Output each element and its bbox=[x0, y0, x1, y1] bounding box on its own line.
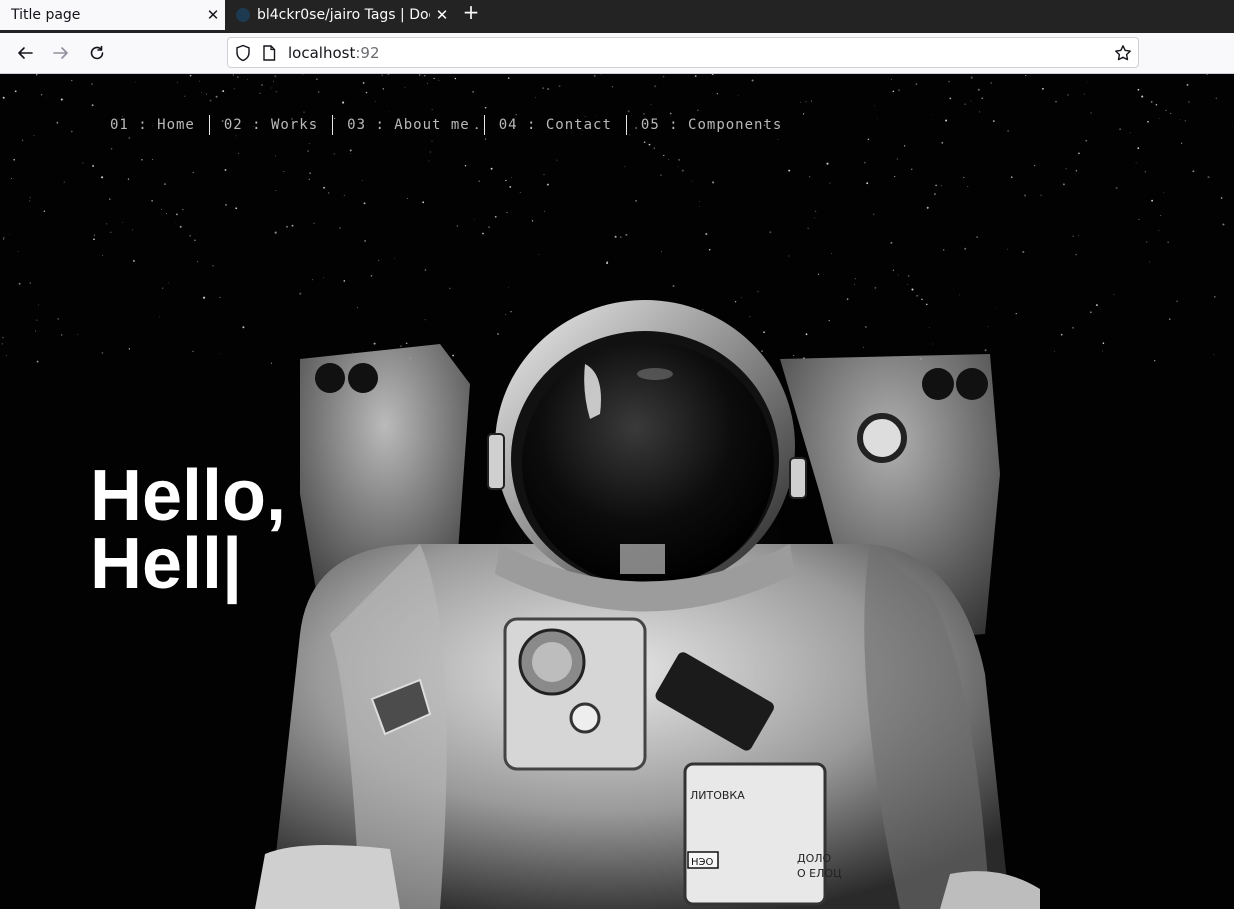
hero-heading: Hello, Hell| bbox=[90, 456, 287, 600]
close-icon[interactable]: ✕ bbox=[430, 6, 454, 24]
url-text[interactable]: localhost:92 bbox=[288, 44, 379, 62]
page-icon bbox=[263, 45, 276, 61]
astronaut-tag-1: НЭО bbox=[691, 857, 714, 868]
nav-item-contact[interactable]: 04 : Contact bbox=[499, 117, 612, 133]
nav-divider bbox=[208, 115, 210, 135]
astronaut-tag-3: О ЕЛОЦ bbox=[797, 867, 842, 880]
browser-toolbar: localhost:92 bbox=[0, 33, 1234, 74]
back-button[interactable] bbox=[11, 39, 39, 67]
hero-line-1: Hello, bbox=[90, 456, 287, 536]
nav-divider bbox=[483, 115, 485, 135]
nav-item-home[interactable]: 01 : Home bbox=[110, 117, 195, 133]
arrow-left-icon bbox=[18, 47, 33, 59]
address-bar[interactable]: localhost:92 bbox=[227, 37, 1139, 68]
star-icon[interactable] bbox=[1114, 44, 1132, 62]
forward-button[interactable] bbox=[47, 39, 75, 67]
nav-divider bbox=[625, 115, 627, 135]
url-host: localhost bbox=[288, 44, 356, 62]
nav-item-components[interactable]: 05 : Components bbox=[641, 117, 782, 133]
browser-tab-bar: Title page ✕ bl4ckr0se/jairo Tags | Doc … bbox=[0, 0, 1234, 33]
reload-icon bbox=[90, 45, 104, 60]
nav-divider bbox=[332, 115, 334, 135]
close-icon[interactable]: ✕ bbox=[201, 6, 225, 24]
tab-title-page[interactable]: Title page ✕ bbox=[0, 0, 225, 30]
arrow-right-icon bbox=[53, 47, 68, 59]
astronaut-label-patch: ЛИТОВКА bbox=[690, 789, 745, 802]
site-nav: 01 : Home 02 : Works 03 : About me 04 : … bbox=[110, 115, 782, 135]
site-favicon-icon bbox=[236, 8, 250, 22]
hero-line-2: Hell| bbox=[90, 528, 286, 600]
tab-title: bl4ckr0se/jairo Tags | Doc bbox=[257, 7, 430, 23]
reload-button[interactable] bbox=[83, 39, 111, 67]
nav-item-about[interactable]: 03 : About me bbox=[347, 117, 470, 133]
tab-jairo-tags[interactable]: bl4ckr0se/jairo Tags | Doc ✕ bbox=[228, 0, 454, 30]
typing-cursor: | bbox=[222, 524, 243, 604]
page-content: ЛИТОВКА НЭО ДОЛО О ЕЛОЦ 01 : Home 02 : W… bbox=[0, 74, 1234, 909]
url-port: :92 bbox=[355, 44, 380, 62]
astronaut-tag-2: ДОЛО bbox=[797, 852, 832, 865]
new-tab-button[interactable]: + bbox=[458, 0, 484, 25]
shield-icon[interactable] bbox=[235, 44, 251, 62]
nav-item-works[interactable]: 02 : Works bbox=[224, 117, 318, 133]
tab-title: Title page bbox=[11, 7, 81, 23]
hero-typed-text: Hell bbox=[90, 524, 223, 604]
